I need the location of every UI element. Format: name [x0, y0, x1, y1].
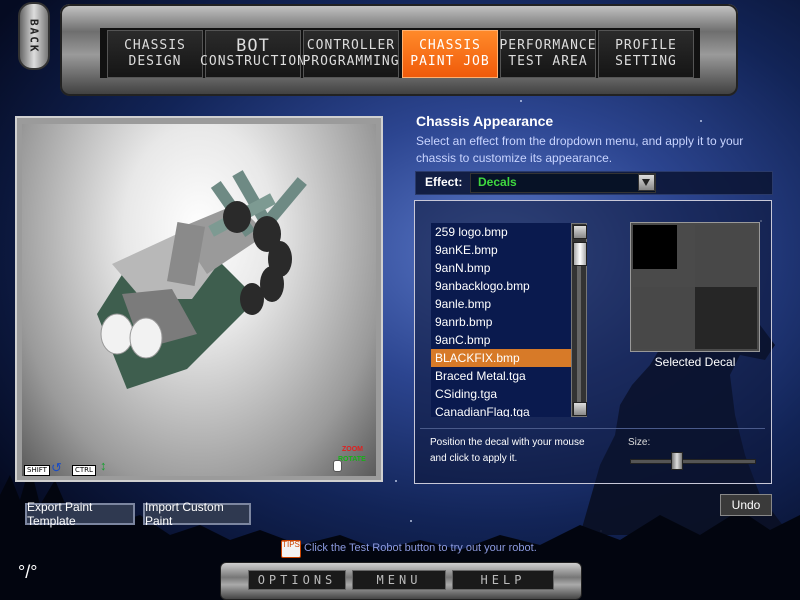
- list-item[interactable]: 9anC.bmp: [431, 331, 571, 349]
- tab-label-line1: BOT: [236, 36, 270, 56]
- tips-icon: TIPS: [281, 540, 301, 558]
- panel-description: Select an effect from the dropdown menu,…: [416, 134, 744, 165]
- export-paint-template-button[interactable]: Export Paint Template: [25, 500, 135, 528]
- list-item[interactable]: Braced Metal.tga: [431, 367, 571, 385]
- menu-button[interactable]: MENU: [352, 570, 446, 590]
- undo-button[interactable]: Undo: [720, 494, 772, 516]
- tip-text: Click the Test Robot button to try out y…: [304, 542, 537, 554]
- tab-profile-setting[interactable]: PROFILE SETTING: [598, 30, 694, 78]
- tab-label-line1: CHASSIS: [419, 38, 481, 53]
- divider: [420, 428, 765, 429]
- effect-dropdown-value: Decals: [478, 175, 517, 189]
- decal-image: [631, 223, 759, 351]
- ctrl-key-label: CTRL: [72, 465, 96, 476]
- list-item[interactable]: 259 logo.bmp: [431, 223, 571, 241]
- tab-label-line1: PROFILE: [615, 38, 677, 53]
- size-label: Size:: [628, 437, 651, 448]
- tab-bot-construction[interactable]: BOT CONSTRUCTION: [200, 30, 305, 78]
- selected-decal-caption: Selected Decal: [654, 355, 736, 369]
- tab-label-line1: CHASSIS: [124, 38, 186, 53]
- move-arrow-icon: ↕: [100, 458, 107, 473]
- rotate-arrow-icon: ↺: [51, 460, 62, 475]
- size-slider-thumb[interactable]: [671, 452, 684, 470]
- panel-title: Chassis Appearance: [416, 113, 554, 129]
- tab-controller-programming[interactable]: CONTROLLER PROGRAMMING: [302, 30, 400, 78]
- mouse-icon: [333, 460, 342, 472]
- list-item[interactable]: 9anbacklogo.bmp: [431, 277, 571, 295]
- decal-hint: Position the decal with your mouse and c…: [430, 437, 585, 464]
- chevron-down-icon[interactable]: [638, 174, 655, 191]
- list-item[interactable]: 9anN.bmp: [431, 259, 571, 277]
- tab-label-line2: CONSTRUCTION: [200, 54, 306, 69]
- tab-label-line1: PERFORMANCE: [499, 38, 597, 53]
- file-list-scrollbar[interactable]: [571, 223, 587, 417]
- effect-label: Effect:: [425, 175, 463, 189]
- tab-performance-test-area[interactable]: PERFORMANCE TEST AREA: [499, 30, 597, 78]
- tab-label-line2: TEST AREA: [508, 54, 588, 69]
- robot-3d-viewport[interactable]: SHIFT ↺ CTRL ↕ ZOOM ROTATE: [22, 124, 376, 476]
- scroll-up-icon[interactable]: [573, 225, 587, 239]
- tab-label-line1: CONTROLLER: [306, 38, 396, 53]
- tab-chassis-design[interactable]: CHASSIS DESIGN: [107, 30, 203, 78]
- shift-key-label: SHIFT: [24, 465, 50, 476]
- tab-chassis-paint-job[interactable]: CHASSIS PAINT JOB: [402, 30, 498, 78]
- tab-label-line2: SETTING: [615, 54, 677, 69]
- back-button[interactable]: BACK: [18, 2, 50, 70]
- rotate-label: ROTATE: [338, 456, 366, 463]
- scroll-thumb[interactable]: [573, 242, 587, 266]
- back-label: BACK: [27, 18, 41, 54]
- robot-model: [97, 170, 307, 389]
- settings-icon[interactable]: °/°: [18, 562, 37, 583]
- scroll-down-icon[interactable]: [573, 402, 587, 416]
- list-item[interactable]: CanadianFlag.tga: [431, 403, 571, 417]
- list-item[interactable]: 9anle.bmp: [431, 295, 571, 313]
- scroll-track: [577, 262, 581, 402]
- list-item[interactable]: 9anrb.bmp: [431, 313, 571, 331]
- selected-decal-preview: [630, 222, 760, 352]
- list-item-selected[interactable]: BLACKFIX.bmp: [431, 349, 571, 367]
- import-custom-paint-button[interactable]: Import Custom Paint: [143, 500, 251, 528]
- list-item[interactable]: 9anKE.bmp: [431, 241, 571, 259]
- options-button[interactable]: OPTIONS: [248, 570, 346, 590]
- tab-label-line2: DESIGN: [128, 54, 182, 69]
- help-button[interactable]: HELP: [452, 570, 554, 590]
- zoom-label: ZOOM: [342, 446, 363, 453]
- size-slider[interactable]: [630, 459, 756, 464]
- tab-label-line2: PROGRAMMING: [302, 54, 400, 69]
- tab-label-line2: PAINT JOB: [410, 54, 490, 69]
- list-item[interactable]: CSiding.tga: [431, 385, 571, 403]
- decal-file-list[interactable]: 259 logo.bmp 9anKE.bmp 9anN.bmp 9anbackl…: [431, 223, 571, 417]
